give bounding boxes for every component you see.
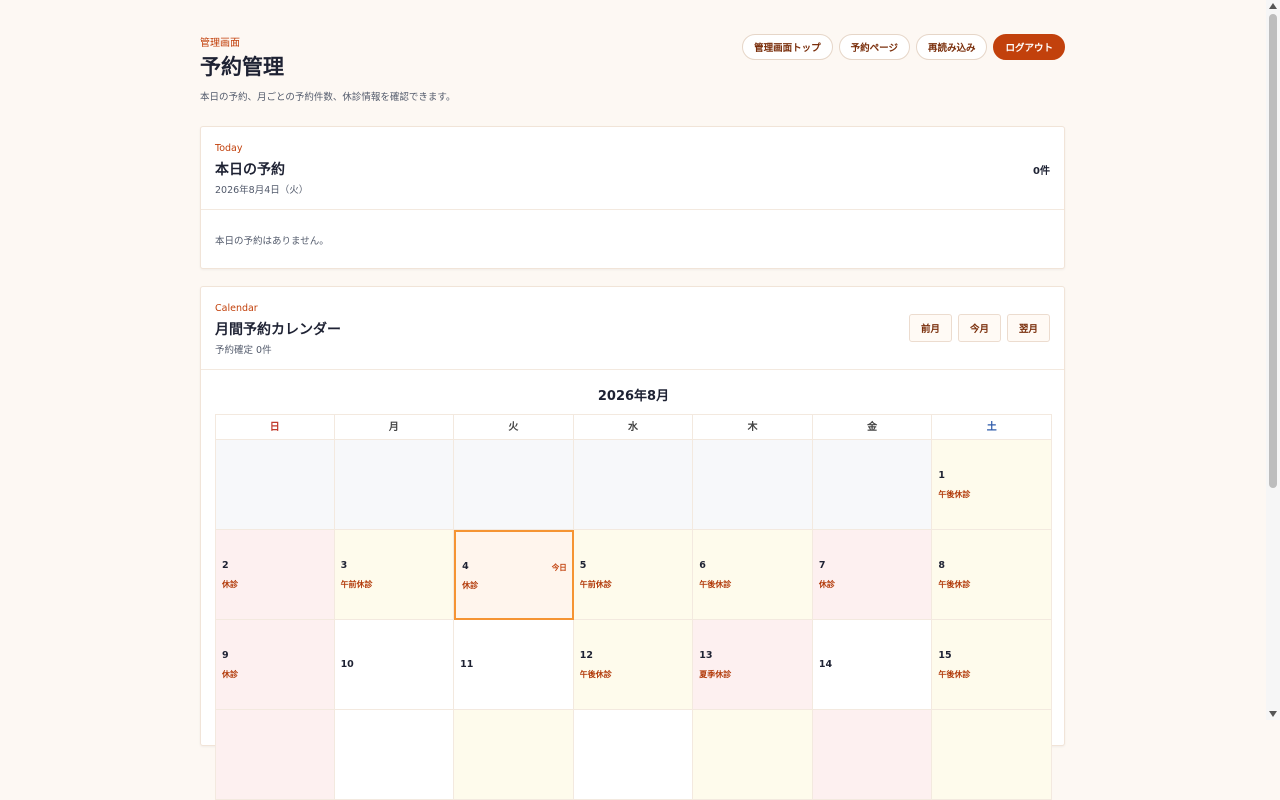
calendar-day [812, 710, 933, 800]
calendar-day[interactable]: 9 休診 [215, 620, 335, 710]
weekday-thu: 木 [693, 414, 813, 440]
vertical-scrollbar[interactable] [1266, 0, 1280, 720]
closure-status: 夏季休診 [699, 670, 732, 679]
calendar-days: 1 午後休診 2 休診 3 午前休診 4 休診 今日 5 午前休診 6 午後休診 7 休診 8 午後休診 9 休診 1… [215, 440, 1052, 800]
calendar-day[interactable]: 2 休診 [215, 530, 335, 620]
day-number: 11 [460, 659, 474, 670]
month-navigation: 前月 今月 翌月 [908, 314, 1050, 342]
closure-status: 午後休診 [938, 580, 971, 589]
month-label: 2026年8月 [597, 389, 670, 404]
calendar-card-header: Calendar 月間予約カレンダー 予約確定 0件 前月 今月 翌月 [201, 287, 1064, 370]
calendar-day[interactable]: 8 午後休診 [932, 530, 1052, 620]
closure-status: 午後休診 [699, 580, 732, 589]
today-date: 2026年8月4日（火） [215, 185, 309, 196]
scrollbar-thumb[interactable] [1269, 14, 1277, 488]
calendar-eyebrow: Calendar [215, 303, 258, 314]
closure-status: 午後休診 [938, 490, 971, 499]
closure-status: 休診 [222, 580, 238, 589]
calendar-day[interactable]: 6 午後休診 [693, 530, 813, 620]
calendar-day [454, 710, 574, 800]
day-number: 3 [340, 560, 348, 571]
closure-status: 休診 [818, 580, 835, 589]
calendar-day[interactable]: 15 午後休診 [932, 620, 1052, 710]
calendar-day[interactable]: 10 [334, 620, 455, 710]
calendar-day-today[interactable]: 4 休診 今日 [454, 530, 574, 620]
calendar-day [573, 440, 694, 530]
closure-status: 午後休診 [938, 670, 971, 679]
day-number: 13 [699, 650, 713, 661]
today-empty-message: 本日の予約はありません。 [215, 236, 329, 247]
weekday-mon: 月 [334, 414, 455, 440]
reload-button[interactable]: 再読み込み [915, 34, 988, 60]
calendar-day [215, 440, 335, 530]
day-number: 9 [222, 650, 229, 661]
day-number: 15 [938, 650, 952, 661]
closure-status: 休診 [222, 670, 238, 679]
closure-status: 午前休診 [340, 580, 373, 589]
day-number: 8 [938, 560, 946, 571]
admin-top-button[interactable]: 管理画面トップ [742, 34, 833, 60]
calendar-day [334, 440, 455, 530]
today-count: 0件 [1033, 166, 1050, 177]
reservation-page-button[interactable]: 予約ページ [838, 34, 910, 60]
calendar-day [454, 440, 574, 530]
weekday-fri: 金 [812, 414, 933, 440]
weekday-sun: 日 [215, 414, 335, 440]
today-badge: 今日 [551, 563, 567, 572]
closure-status: 午前休診 [579, 580, 612, 589]
closure-status: 休診 [462, 581, 479, 590]
logout-button[interactable]: ログアウト [993, 34, 1065, 60]
page-subtitle: 本日の予約、月ごとの予約件数、休診情報を確認できます。 [200, 92, 456, 103]
closure-status: 午後休診 [579, 670, 612, 679]
calendar-day[interactable]: 14 [812, 620, 933, 710]
day-number: 6 [699, 560, 706, 571]
calendar-day [693, 440, 813, 530]
day-number: 10 [340, 659, 354, 670]
scroll-down-icon[interactable] [1269, 711, 1277, 717]
today-title: 本日の予約 [215, 162, 285, 178]
calendar-summary: 予約確定 0件 [215, 345, 272, 356]
calendar-day[interactable]: 12 午後休診 [573, 620, 694, 710]
current-month-button[interactable]: 今月 [957, 314, 1001, 342]
calendar-day [334, 710, 455, 800]
calendar-grid: 日 月 火 水 木 金 土 1 午後休診 2 休診 3 午前休診 4 休診 今日 5 午前休診 6 午後… [215, 414, 1052, 800]
calendar-day [932, 710, 1052, 800]
calendar-day[interactable]: 5 午前休診 [573, 530, 694, 620]
calendar-day[interactable]: 13 夏季休診 [693, 620, 813, 710]
day-number: 7 [818, 560, 826, 571]
calendar-day [812, 440, 933, 530]
day-number: 14 [818, 659, 833, 670]
day-number: 1 [938, 470, 946, 481]
day-number: 4 [462, 561, 469, 572]
next-month-button[interactable]: 翌月 [1006, 314, 1050, 342]
calendar-day [215, 710, 335, 800]
calendar-day [573, 710, 694, 800]
header-eyebrow: 管理画面 [200, 38, 240, 49]
calendar-day[interactable]: 3 午前休診 [334, 530, 455, 620]
page-header: 管理画面 予約管理 本日の予約、月ごとの予約件数、休診情報を確認できます。 管理… [200, 0, 1065, 126]
header-actions: 管理画面トップ 予約ページ 再読み込み ログアウト [742, 34, 1065, 60]
day-number: 5 [579, 560, 587, 571]
weekday-sat: 土 [932, 414, 1052, 440]
weekday-header: 日 月 火 水 木 金 土 [215, 414, 1052, 440]
calendar-day[interactable]: 11 [454, 620, 574, 710]
calendar-day[interactable]: 1 午後休診 [932, 440, 1052, 530]
day-number: 2 [222, 560, 229, 571]
weekday-wed: 水 [573, 414, 694, 440]
scroll-up-icon[interactable] [1269, 3, 1277, 9]
weekday-tue: 火 [454, 414, 574, 440]
page: 管理画面 予約管理 本日の予約、月ごとの予約件数、休診情報を確認できます。 管理… [200, 0, 1065, 800]
calendar-day [693, 710, 813, 800]
day-number: 12 [579, 650, 593, 661]
today-card-header: Today 本日の予約 2026年8月4日（火） 0件 [201, 127, 1064, 210]
today-eyebrow: Today [215, 143, 243, 154]
calendar-title: 月間予約カレンダー [215, 322, 341, 338]
today-reservations-card: Today 本日の予約 2026年8月4日（火） 0件 本日の予約はありません。 [200, 126, 1065, 269]
prev-month-button[interactable]: 前月 [908, 314, 952, 342]
monthly-calendar-card: Calendar 月間予約カレンダー 予約確定 0件 前月 今月 翌月 2026… [200, 286, 1065, 800]
page-title: 予約管理 [200, 55, 284, 79]
calendar-day[interactable]: 7 休診 [812, 530, 933, 620]
